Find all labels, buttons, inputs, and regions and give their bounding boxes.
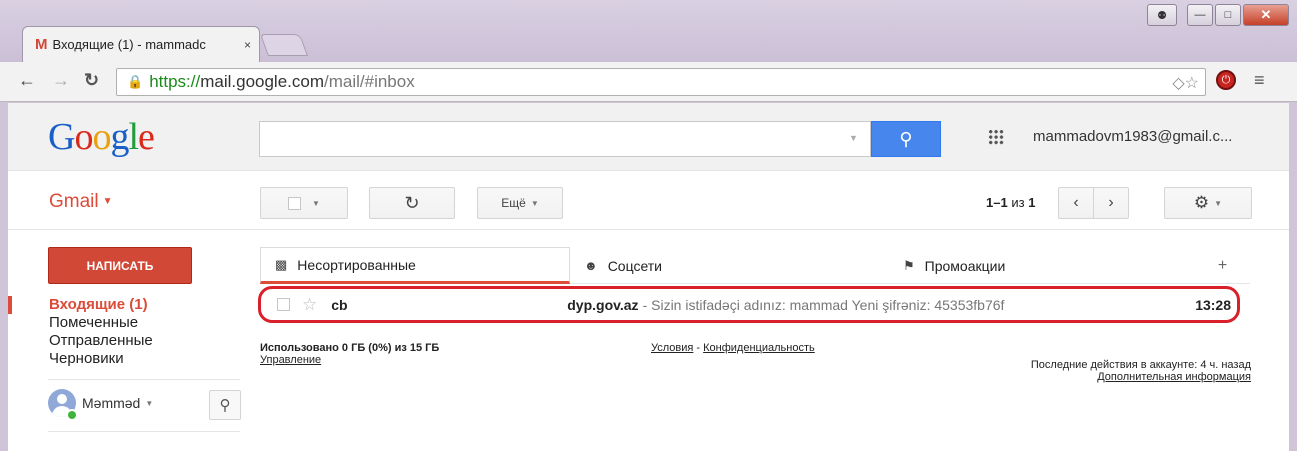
terms-link[interactable]: Условия [651,342,693,354]
maximize-icon[interactable]: □ [1215,4,1241,26]
search-options-chevron-icon[interactable]: ▼ [849,133,858,143]
email-sender: cb [331,296,348,313]
settings-button[interactable]: ⚙ ▼ [1164,187,1252,219]
url-text: https://mail.google.com/mail/#inbox [149,72,415,91]
chevron-left-icon: ‹ [1073,194,1079,211]
tab-primary[interactable]: ▩ Несортированные [260,247,570,284]
tab-close-icon[interactable]: × [244,38,251,52]
gmail-menu-button[interactable]: Gmail ▼ [49,191,113,213]
user-chevron-down-icon: ▼ [145,398,154,408]
search-icon: ⚲ [219,397,231,414]
table-row[interactable]: ☆ cb dyp.gov.az - Sizin istifadəçi adını… [258,286,1240,323]
user-name: Məmməd [82,395,141,411]
hangouts-user[interactable]: Məmməd ▼ [48,389,153,417]
refresh-button[interactable]: ↻ [369,187,455,219]
last-activity-text: Последние действия в аккаунте: 4 ч. наза… [1030,359,1251,371]
more-chevron-down-icon: ▼ [530,198,539,208]
minimize-icon[interactable]: — [1187,4,1213,26]
manage-storage-link[interactable]: Управление [260,354,321,366]
back-arrow-icon[interactable]: ← [18,70,36,91]
online-status-icon [66,409,78,421]
search-icon: ⚲ [899,128,913,149]
details-link[interactable]: Дополнительная информация [1097,371,1251,383]
google-logo[interactable]: Google [48,115,155,159]
address-bar[interactable]: 🔒 https://mail.google.com/mail/#inbox ◇☆ [116,68,1206,96]
gmail-dropdown-icon: ▼ [102,196,113,208]
profile-icon[interactable]: ⚉ [1147,4,1177,26]
storage-usage: Использовано 0 ГБ (0%) из 15 ГБ [260,342,440,354]
new-tab-button[interactable] [259,34,309,56]
email-snippet: - Sizin istifadəçi adınız: mammad Yeni ş… [642,296,1005,313]
tab-promotions[interactable]: ⚑ Промоакции [889,247,1195,284]
bookmark-star-icon[interactable]: ◇☆ [1172,73,1199,93]
sidebar-item-starred[interactable]: Помеченные [8,314,240,332]
sidebar-item-inbox[interactable]: Входящие (1) [8,296,240,314]
lock-icon: 🔒 [127,74,144,89]
sidebar-nav: Входящие (1) Помеченные Отправленные Чер… [8,296,240,368]
chevron-right-icon: › [1108,194,1114,211]
action-bar: Gmail ▼ ▼ ↻ Ещё ▼ 1–1 из 1 ‹ › ⚙ ▼ [8,172,1289,230]
tab-title: Входящие (1) - mammadc [52,37,206,52]
tag-icon: ⚑ [903,257,915,273]
browser-tab-inbox[interactable]: M Входящие (1) - mammadc × [22,26,260,62]
email-time: 13:28 [1195,296,1231,313]
inbox-icon: ▩ [275,256,288,272]
gear-icon: ⚙ [1193,193,1210,212]
hangouts-search-button[interactable]: ⚲ [209,390,241,420]
older-button[interactable]: › [1093,187,1129,219]
more-button[interactable]: Ещё ▼ [477,187,563,219]
email-subject: dyp.gov.az [567,296,639,313]
search-input[interactable] [259,121,871,157]
privacy-link[interactable]: Конфиденциальность [703,342,815,354]
window-close-icon[interactable]: ✕ [1243,4,1289,26]
category-tabs: ▩ Несортированные ☻ Соцсети ⚑ Промоакции… [260,247,1250,284]
browser-toolbar: ← → ↻ 🔒 https://mail.google.com/mail/#in… [0,62,1297,102]
search-button[interactable]: ⚲ [871,121,941,157]
select-chevron-down-icon: ▼ [312,198,320,208]
sidebar-item-drafts[interactable]: Черновики [8,350,240,368]
window-controls: ⚉ — □ ✕ [1147,4,1289,26]
select-all-checkbox[interactable] [288,196,302,210]
gmail-page: Google ▼ ⚲ mammadovm1983@gmail.c... Gmai… [8,103,1289,451]
apps-grid-icon[interactable] [988,129,1004,145]
forward-arrow-icon[interactable]: → [52,70,70,91]
gmail-header: Google ▼ ⚲ mammadovm1983@gmail.c... [8,103,1289,171]
compose-button[interactable]: НАПИСАТЬ [48,247,192,284]
account-email[interactable]: mammadovm1983@gmail.c... [1033,128,1232,145]
select-checkbox-button[interactable]: ▼ [260,187,348,219]
sidebar-item-sent[interactable]: Отправленные [8,332,240,350]
add-tab-plus-icon[interactable]: + [1195,247,1250,284]
extension-stop-icon[interactable]: ⏻ [1216,70,1236,90]
people-icon: ☻ [584,258,598,273]
terms-links: Условия - Конфиденциальность [651,342,815,354]
gmail-favicon-icon: M [35,36,48,53]
email-checkbox[interactable] [277,298,290,311]
reload-icon[interactable]: ↻ [84,70,99,91]
tab-social[interactable]: ☻ Соцсети [570,247,889,284]
browser-menu-icon[interactable]: ≡ [1254,70,1265,91]
browser-title-bar: M Входящие (1) - mammadc × ⚉ — □ ✕ [0,0,1297,62]
newer-button[interactable]: ‹ [1058,187,1094,219]
pagination-text: 1–1 из 1 [986,195,1036,210]
settings-chevron-down-icon: ▼ [1214,198,1223,208]
sidebar-divider-bottom [48,431,240,432]
refresh-icon: ↻ [404,192,420,213]
star-icon[interactable]: ☆ [302,295,317,315]
sidebar-divider [48,379,240,380]
